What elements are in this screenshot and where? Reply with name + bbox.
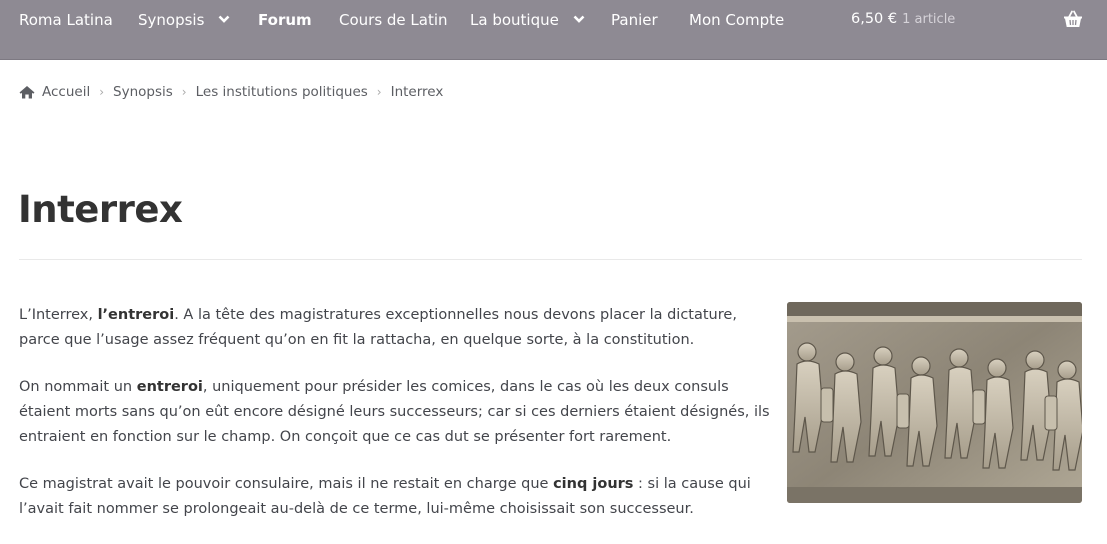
roman-relief-image [787, 302, 1082, 503]
nav-item-synopsis[interactable]: Synopsis [138, 11, 230, 29]
bold-term: entreroi [136, 379, 203, 395]
relief-illustration [787, 302, 1082, 503]
chevron-down-icon [573, 15, 585, 23]
bold-term: l’entreroi [97, 307, 175, 323]
title-divider [19, 259, 1082, 260]
nav-item-label: Synopsis [138, 11, 205, 29]
paragraph-1: L’Interrex, l’entreroi. A la tête des ma… [19, 303, 771, 353]
nav-item-la-boutique[interactable]: La boutique [470, 11, 585, 29]
home-icon [19, 86, 35, 99]
top-navigation-bar: Roma Latina Synopsis Forum Cours de Lati… [0, 0, 1107, 60]
nav-item-label: Forum [258, 11, 312, 29]
nav-item-label: Cours de Latin [339, 11, 448, 29]
breadcrumb-link-synopsis[interactable]: Synopsis [113, 84, 173, 100]
text: Ce magistrat avait le pouvoir consulaire… [19, 476, 554, 492]
breadcrumb: Accueil › Synopsis › Les institutions po… [19, 84, 443, 100]
breadcrumb-separator: › [99, 85, 105, 99]
nav-item-mon-compte[interactable]: Mon Compte [689, 11, 784, 29]
nav-item-roma-latina[interactable]: Roma Latina [19, 11, 113, 29]
nav-item-forum[interactable]: Forum [258, 11, 312, 29]
cart-summary-link[interactable]: 6,50 € 1 article [851, 11, 955, 27]
article-content: L’Interrex, l’entreroi. A la tête des ma… [19, 303, 771, 544]
shopping-basket-icon[interactable] [1063, 10, 1083, 28]
breadcrumb-current: Interrex [390, 84, 444, 100]
nav-item-label: Mon Compte [689, 11, 785, 29]
paragraph-3: Ce magistrat avait le pouvoir consulaire… [19, 472, 771, 522]
text: On nommait un [19, 379, 137, 395]
nav-item-label: Panier [611, 11, 658, 29]
text: L’Interrex, [19, 307, 98, 323]
breadcrumb-link-accueil[interactable]: Accueil [42, 84, 90, 100]
bold-term: cinq jours [553, 476, 634, 492]
nav-item-label: La boutique [470, 11, 559, 29]
breadcrumb-separator: › [181, 85, 187, 99]
page-title: Interrex [18, 188, 183, 231]
breadcrumb-separator: › [376, 85, 382, 99]
nav-item-cours-de-latin[interactable]: Cours de Latin [339, 11, 448, 29]
paragraph-2: On nommait un entreroi, uniquement pour … [19, 375, 771, 450]
breadcrumb-link-institutions[interactable]: Les institutions politiques [196, 84, 368, 100]
cart-item-count: 1 article [902, 12, 956, 27]
chevron-down-icon [218, 15, 230, 23]
nav-item-label: Roma Latina [19, 11, 113, 29]
nav-item-panier[interactable]: Panier [611, 11, 658, 29]
cart-amount: 6,50 € [851, 11, 898, 27]
